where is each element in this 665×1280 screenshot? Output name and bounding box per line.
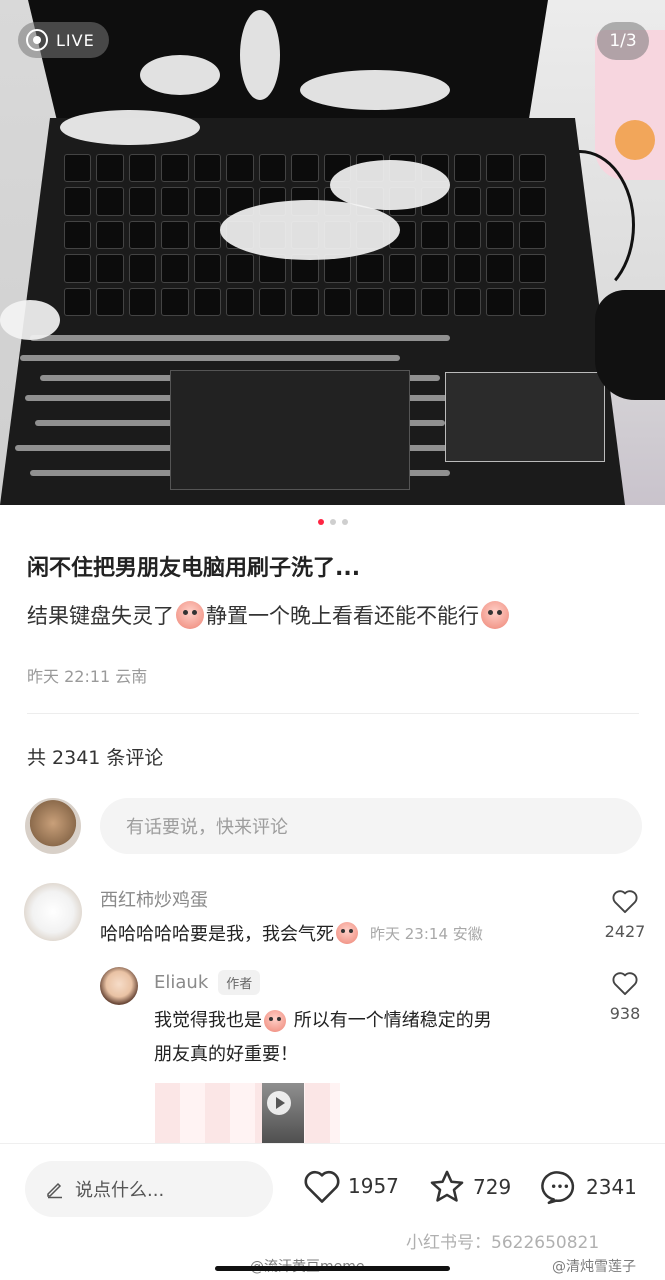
carousel-dot bbox=[341, 519, 348, 525]
carousel-dots bbox=[0, 519, 665, 525]
soap-foam bbox=[330, 160, 450, 210]
like-button[interactable]: 1957 bbox=[302, 1168, 399, 1204]
heart-icon bbox=[612, 890, 638, 914]
xiaohongshu-id-watermark: 小红书号：5622650821 bbox=[406, 1233, 600, 1253]
reply-body-2: 所以有一个情绪稳定的男 bbox=[288, 1010, 492, 1031]
comment-text[interactable]: 哈哈哈哈哈要是我，我会气死 昨天 23:14 安徽 bbox=[100, 920, 483, 946]
crying-face-icon bbox=[264, 1010, 286, 1032]
comment-total: 2341 bbox=[586, 1175, 637, 1199]
soap-foam bbox=[140, 55, 220, 95]
comment-author[interactable]: 西红柿炒鸡蛋 bbox=[100, 886, 208, 912]
carousel-dot-active bbox=[317, 519, 324, 525]
foam-streak bbox=[30, 335, 450, 341]
reply-line: 我觉得我也是 所以有一个情绪稳定的男 bbox=[154, 1004, 574, 1038]
say-something-placeholder: 说点什么... bbox=[75, 1180, 165, 1201]
star-icon bbox=[430, 1170, 464, 1202]
reply-text[interactable]: 我觉得我也是 所以有一个情绪稳定的男 朋友真的好重要！ bbox=[154, 1004, 574, 1072]
comment-meta: 昨天 23:14 安徽 bbox=[370, 924, 483, 943]
comment-like-count: 2427 bbox=[604, 922, 646, 941]
image-page-indicator: 1/3 bbox=[597, 22, 649, 60]
carousel-dot bbox=[329, 519, 336, 525]
comment-avatar[interactable] bbox=[24, 883, 82, 941]
reply-attachment-image[interactable] bbox=[155, 1083, 340, 1145]
pencil-icon bbox=[47, 1182, 62, 1199]
crying-face-icon bbox=[481, 601, 509, 629]
soap-foam bbox=[240, 10, 280, 100]
reply-author[interactable]: Eliauk bbox=[154, 972, 208, 993]
reply-body-3: 朋友真的好重要！ bbox=[154, 1044, 298, 1065]
author-badge: 作者 bbox=[218, 970, 261, 995]
comment-body: 哈哈哈哈哈要是我，我会气死 bbox=[100, 924, 334, 945]
crying-face-icon bbox=[176, 601, 204, 629]
divider bbox=[27, 713, 639, 714]
reply-like-button[interactable]: 938 bbox=[595, 970, 655, 1023]
reply-avatar[interactable] bbox=[100, 967, 138, 1005]
post-body: 结果键盘失灵了 静置一个晚上看看还能不能行 bbox=[27, 600, 511, 630]
home-indicator bbox=[215, 1266, 450, 1271]
post-body-text-2: 静置一个晚上看看还能不能行 bbox=[206, 604, 479, 628]
post-title: 闲不住把男朋友电脑用刷子洗了... bbox=[27, 556, 361, 581]
weibo-watermark-right: @清炖雪莲子 bbox=[552, 1259, 636, 1275]
like-count: 1957 bbox=[348, 1174, 399, 1198]
say-something-input[interactable]: 说点什么... bbox=[25, 1161, 273, 1217]
crying-face-icon bbox=[336, 922, 358, 944]
comment-bubble-icon bbox=[541, 1171, 575, 1205]
soap-foam bbox=[300, 70, 450, 110]
comment-like-button[interactable]: 2427 bbox=[595, 888, 655, 941]
post-body-text-1: 结果键盘失灵了 bbox=[27, 604, 174, 628]
comment-count: 共 2341 条评论 bbox=[27, 747, 164, 769]
play-icon bbox=[267, 1091, 291, 1115]
mug-decoration bbox=[615, 120, 655, 160]
bottom-action-bar: 说点什么... 1957 729 2341 小红书号：5622650821 @流… bbox=[0, 1143, 665, 1280]
touchpad bbox=[170, 370, 410, 490]
post-photo[interactable]: LIVE 1/3 bbox=[0, 0, 665, 505]
reply-like-count: 938 bbox=[609, 1004, 641, 1023]
laptop-sticker bbox=[445, 372, 605, 462]
computer-mouse bbox=[595, 290, 665, 400]
star-count: 729 bbox=[473, 1175, 512, 1199]
comment-button[interactable]: 2341 bbox=[540, 1168, 637, 1206]
reply-header: Eliauk 作者 bbox=[154, 970, 261, 995]
collect-button[interactable]: 729 bbox=[427, 1168, 511, 1206]
post-meta: 昨天 22:11 云南 bbox=[27, 667, 148, 686]
soap-foam bbox=[0, 300, 60, 340]
avatar[interactable] bbox=[25, 798, 81, 854]
reply-body-1: 我觉得我也是 bbox=[154, 1010, 262, 1031]
heart-icon bbox=[612, 972, 638, 996]
live-label: LIVE bbox=[56, 30, 95, 50]
heart-icon bbox=[304, 1170, 340, 1203]
foam-streak bbox=[20, 355, 400, 361]
live-icon bbox=[26, 29, 48, 51]
comment-input[interactable]: 有话要说，快来评论 bbox=[100, 798, 642, 854]
soap-foam bbox=[60, 110, 200, 145]
live-photo-badge[interactable]: LIVE bbox=[18, 22, 109, 58]
